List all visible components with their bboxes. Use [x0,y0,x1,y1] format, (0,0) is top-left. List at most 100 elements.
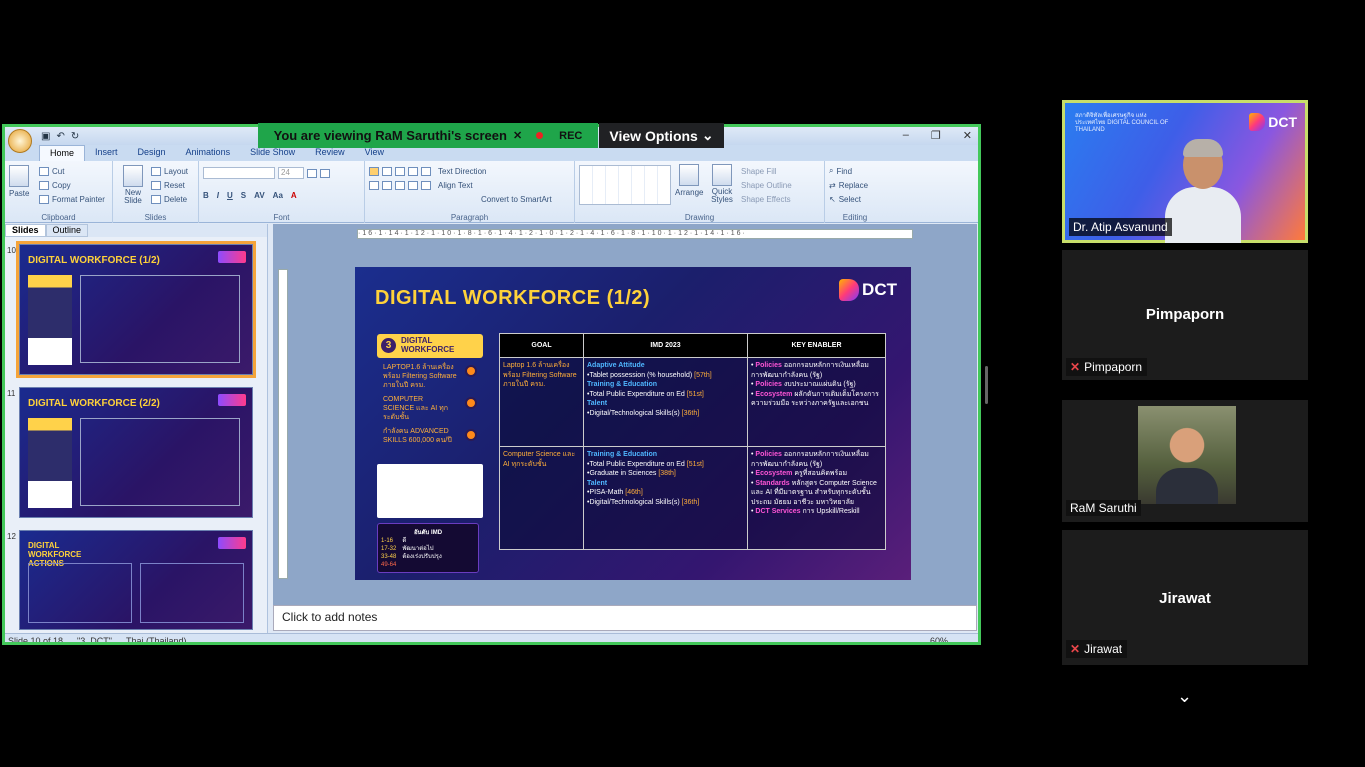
office-button[interactable] [8,129,32,153]
reset-icon [151,180,161,190]
new-slide-label: New Slide [124,188,142,205]
reset-button[interactable]: Reset [151,178,188,192]
tab-animations[interactable]: Animations [176,145,241,161]
paste-button[interactable]: Paste [9,165,29,198]
legend-label: ต้องเร่งปรับปรุง [402,554,442,560]
slide-thumbnail-11[interactable]: DIGITAL WORKFORCE (2/2) [19,387,253,518]
shapes-gallery[interactable] [579,165,671,205]
font-name-combo[interactable] [203,167,275,179]
columns-icon[interactable] [421,180,431,190]
reset-label: Reset [164,180,185,190]
quick-styles-button[interactable]: Quick Styles [709,164,735,204]
current-slide[interactable]: DIGITAL WORKFORCE (1/2) DCT 3 DIGITAL WOR… [355,267,911,580]
chevron-down-icon[interactable]: ⌄ [1177,686,1192,707]
arrange-button[interactable]: Arrange [675,164,703,197]
notes-field[interactable]: Click to add notes [273,605,977,631]
dct-logo: DCT [839,279,897,301]
participant-display-name: Jirawat [1159,590,1211,607]
shape-effects-button[interactable]: Shape Effects [741,192,792,206]
select-button[interactable]: ↖ Select [829,192,881,206]
minimize-icon[interactable]: – [903,129,909,142]
undo-icon[interactable]: ↶ [56,131,64,142]
copy-button[interactable]: Copy [39,178,105,192]
convert-smartart-button[interactable]: Convert to SmartArt [369,192,570,206]
format-painter-button[interactable]: Format Painter [39,192,105,206]
line-spacing-icon[interactable] [421,166,431,176]
enabler-head: Ecosystem [755,390,793,398]
decrease-indent-icon[interactable] [395,166,405,176]
justify-icon[interactable] [408,180,418,190]
col-header: KEY ENABLER [747,333,886,358]
view-options-button[interactable]: View Options ⌄ [599,123,724,148]
shape-outline-button[interactable]: Shape Outline [741,178,792,192]
slide-thumbnail-10[interactable]: DIGITAL WORKFORCE (1/2) [16,241,256,378]
shape-fill-button[interactable]: Shape Fill [741,164,792,178]
shrink-font-icon[interactable] [320,168,330,178]
new-slide-button[interactable]: New Slide [121,165,145,205]
participant-tile[interactable]: Jirawat ✕ Jirawat [1062,530,1308,665]
scissors-icon [39,166,49,176]
text-direction-button[interactable]: Text Direction [438,167,486,176]
enabler-head: Policies [755,451,782,459]
participant-tile[interactable]: Pimpaporn ✕ Pimpaporn [1062,250,1308,380]
tab-home[interactable]: Home [39,145,86,161]
participant-name: Dr. Atip Asvanund [1069,218,1172,236]
layout-icon [151,166,161,176]
case-icon[interactable]: Aa [273,191,283,200]
font-group: 24 B I U S AV Aa A Font [199,161,365,223]
align-left-icon[interactable] [369,180,379,190]
zoom-level[interactable]: 60% [930,636,948,642]
theme-name: "3_DCT" [77,636,112,645]
align-center-icon[interactable] [382,180,392,190]
font-color-icon[interactable]: A [291,191,297,200]
enabler-head: Policies [755,381,782,388]
table-row: Computer Science และ AI ทุกระดับชั้น Tra… [499,446,886,550]
strike-icon[interactable]: S [241,191,246,200]
participant-name: Pimpaporn [1084,360,1143,374]
numbering-icon[interactable] [382,166,392,176]
language[interactable]: Thai (Thailand) [126,636,187,642]
group-name: Clipboard [41,213,76,222]
panel-resize-handle[interactable] [985,366,988,404]
underline-icon[interactable]: U [227,191,233,200]
dct-logo-icon [218,251,246,263]
restore-icon[interactable]: ❐ [931,129,941,142]
tab-design[interactable]: Design [128,145,176,161]
cut-button[interactable]: Cut [39,164,105,178]
bullets-icon[interactable] [369,166,379,176]
quick-styles-label: Quick Styles [711,187,733,204]
replace-button[interactable]: ⇄ Replace [829,178,881,192]
paragraph-group: Text Direction Align Text Convert to Sma… [365,161,575,223]
italic-icon[interactable]: I [217,191,219,200]
close-icon[interactable]: ✕ [963,129,972,142]
save-icon[interactable]: ▣ [41,131,50,142]
group-name: Drawing [684,213,715,222]
tab-slides[interactable]: Slides [5,224,46,237]
participant-tile[interactable]: RaM Saruthi [1062,400,1308,522]
tab-insert[interactable]: Insert [85,145,128,161]
redo-icon[interactable]: ↻ [71,131,79,142]
layout-button[interactable]: Layout [151,164,188,178]
bold-icon[interactable]: B [203,191,209,200]
align-right-icon[interactable] [395,180,405,190]
delete-button[interactable]: Delete [151,192,188,206]
grow-font-icon[interactable] [307,168,317,178]
slide-thumbnail-12[interactable]: DIGITAL WORKFORCE ACTIONS [19,530,253,630]
increase-indent-icon[interactable] [408,166,418,176]
window-controls: – ❐ ✕ [903,129,972,142]
align-text-button[interactable]: Align Text [438,181,473,190]
active-speaker-tile[interactable]: สภาดิจิทัลเพื่อเศรษฐกิจ แห่งประเทศไทย DI… [1062,100,1308,243]
char-spacing-icon[interactable]: AV [254,191,265,200]
tab-outline[interactable]: Outline [45,224,89,237]
goal-item-text: กำลังคน ADVANCED SKILLS 600,000 คน/ปี [383,428,452,444]
zoom-meeting-window: You are viewing RaM Saruthi's screen ✕ R… [0,0,1365,767]
imd-rank: [46th] [625,489,643,497]
find-button[interactable]: ⌕ Find [829,164,881,178]
imd-indicator: •Graduate in Sciences [587,470,657,478]
font-size-combo[interactable]: 24 [278,167,304,179]
viewing-text: You are viewing RaM Saruthi's screen [273,128,507,143]
enabler-cell: • Policies ออกกรอบหลักการเงินเหลื่อม การ… [747,356,886,448]
delete-label: Delete [164,194,188,204]
enabler-text: ครูที่สอนคิดพร้อม [794,470,848,478]
partner-logos [377,464,483,518]
